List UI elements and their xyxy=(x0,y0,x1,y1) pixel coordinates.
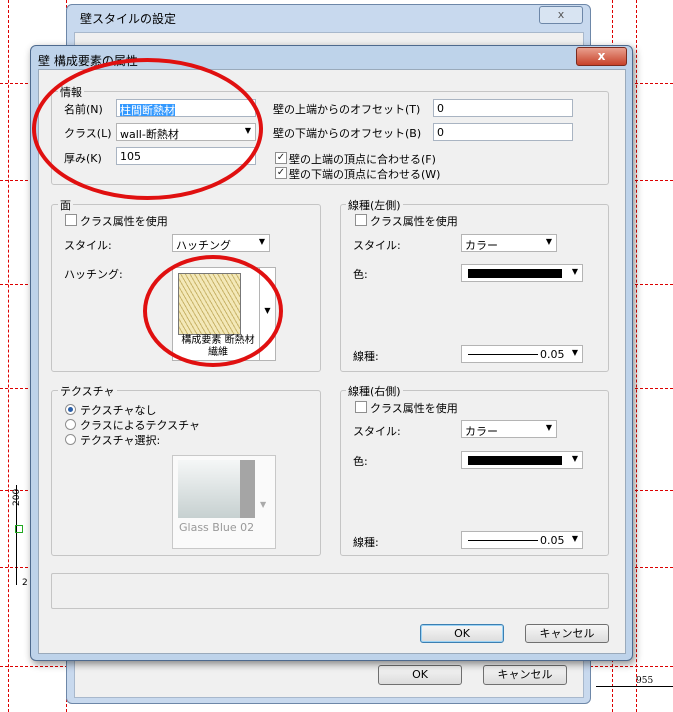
line-right-group-label: 線種(右側) xyxy=(346,383,403,399)
texture-none-radio[interactable] xyxy=(65,404,76,415)
close-button[interactable]: x xyxy=(576,47,627,66)
line-left-group-label: 線種(左側) xyxy=(346,197,403,213)
annotation-circle xyxy=(143,255,283,367)
line-left-color-select[interactable]: ▼ xyxy=(461,264,583,282)
line-sample xyxy=(468,540,538,541)
chevron-down-icon: ▼ xyxy=(545,237,552,246)
annotation-circle xyxy=(32,58,263,200)
line-left-type-label: 線種: xyxy=(353,350,379,363)
chevron-down-icon: ▼ xyxy=(545,423,552,432)
wall-style-cancel-button[interactable]: キャンセル xyxy=(483,665,567,685)
texture-preview xyxy=(178,460,240,518)
dimension-line xyxy=(596,686,673,687)
face-use-class-checkbox[interactable] xyxy=(65,214,77,226)
hatching-label: ハッチング: xyxy=(64,268,123,281)
face-use-class-label: クラス属性を使用 xyxy=(80,215,168,228)
face-style-select[interactable]: ハッチング ▼ xyxy=(172,234,270,252)
grip-handle[interactable] xyxy=(15,525,23,533)
chevron-down-icon: ▼ xyxy=(258,237,265,246)
line-right-weight: 0.05 xyxy=(540,534,565,547)
bottom-offset-field[interactable]: 0 xyxy=(433,123,573,141)
texture-group-label: テクスチャ xyxy=(58,383,117,399)
line-left-style-label: スタイル: xyxy=(353,239,401,252)
face-style-value: ハッチング xyxy=(176,239,231,252)
line-left-style-select[interactable]: カラー ▼ xyxy=(461,234,557,252)
color-swatch xyxy=(468,456,562,465)
line-left-color-label: 色: xyxy=(353,268,368,281)
line-right-style-value: カラー xyxy=(465,425,498,438)
cancel-button[interactable]: キャンセル xyxy=(525,624,609,643)
line-left-weight: 0.05 xyxy=(540,348,565,361)
face-style-label: スタイル: xyxy=(64,239,112,252)
snap-top-label: 壁の上端の頂点に合わせる(F) xyxy=(289,153,436,166)
chevron-down-icon: ▼ xyxy=(571,267,578,276)
grid-line xyxy=(8,0,9,712)
line-right-type-select[interactable]: 0.05 ▼ xyxy=(461,531,583,549)
line-right-use-class-checkbox[interactable] xyxy=(355,401,367,413)
chevron-down-icon[interactable]: ▼ xyxy=(260,500,266,509)
dimension-label: 2 xyxy=(22,578,28,588)
line-left-use-class-label: クラス属性を使用 xyxy=(370,215,458,228)
color-swatch xyxy=(468,269,562,278)
chevron-down-icon: ▼ xyxy=(571,348,578,357)
texture-preview-edge xyxy=(240,460,255,518)
line-sample xyxy=(468,354,538,355)
grid-line xyxy=(636,0,637,712)
line-right-color-label: 色: xyxy=(353,455,368,468)
chevron-down-icon: ▼ xyxy=(571,454,578,463)
texture-none-label: テクスチャなし xyxy=(80,404,157,417)
line-right-color-select[interactable]: ▼ xyxy=(461,451,583,469)
wall-style-dialog-title: 壁スタイルの設定 xyxy=(80,12,177,26)
dimension-label: 955 xyxy=(636,676,654,686)
line-left-style-value: カラー xyxy=(465,239,498,252)
line-right-style-select[interactable]: カラー ▼ xyxy=(461,420,557,438)
message-area xyxy=(51,573,609,609)
texture-by-class-radio[interactable] xyxy=(65,419,76,430)
texture-select-radio[interactable] xyxy=(65,434,76,445)
line-right-type-label: 線種: xyxy=(353,536,379,549)
texture-select-label: テクスチャ選択: xyxy=(80,434,161,447)
texture-by-class-label: クラスによるテクスチャ xyxy=(80,419,201,432)
dimension-label: 200 xyxy=(12,488,22,506)
line-right-use-class-label: クラス属性を使用 xyxy=(370,402,458,415)
line-left-use-class-checkbox[interactable] xyxy=(355,214,367,226)
snap-bottom-checkbox[interactable] xyxy=(275,167,287,179)
wall-style-close-button[interactable]: x xyxy=(539,6,583,24)
bottom-offset-label: 壁の下端からのオフセット(B) xyxy=(273,127,422,140)
ok-button[interactable]: OK xyxy=(420,624,504,643)
face-group-label: 面 xyxy=(58,197,73,213)
texture-name: Glass Blue 02 xyxy=(179,521,255,534)
top-offset-field[interactable]: 0 xyxy=(433,99,573,117)
snap-top-checkbox[interactable] xyxy=(275,152,287,164)
snap-bottom-label: 壁の下端の頂点に合わせる(W) xyxy=(289,168,441,181)
wall-style-ok-button[interactable]: OK xyxy=(378,665,462,685)
chevron-down-icon: ▼ xyxy=(571,534,578,543)
line-right-style-label: スタイル: xyxy=(353,425,401,438)
line-left-type-select[interactable]: 0.05 ▼ xyxy=(461,345,583,363)
top-offset-label: 壁の上端からのオフセット(T) xyxy=(273,103,421,116)
